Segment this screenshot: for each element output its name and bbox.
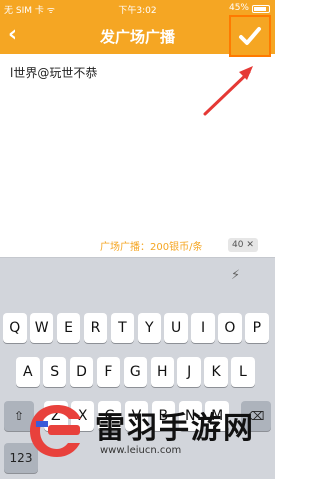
key-t[interactable]: T: [110, 313, 135, 343]
checkmark-icon: [229, 15, 271, 57]
key-a[interactable]: A: [16, 357, 40, 387]
close-icon[interactable]: ✕: [246, 240, 254, 250]
key-r[interactable]: R: [83, 313, 108, 343]
key-q[interactable]: Q: [3, 313, 27, 343]
magic-wand-icon[interactable]: ⚡: [231, 268, 240, 283]
key-f[interactable]: F: [96, 357, 121, 387]
char-count-badge: 40 ✕: [228, 238, 258, 252]
key-u[interactable]: U: [164, 313, 188, 343]
key-j[interactable]: J: [177, 357, 201, 387]
key-o[interactable]: O: [218, 313, 242, 343]
battery-icon: [252, 5, 270, 13]
post-text-input[interactable]: l世界@玩世不恭: [10, 64, 97, 81]
annotation-arrow: [203, 66, 253, 116]
key-k[interactable]: K: [204, 357, 228, 387]
key-p[interactable]: P: [245, 313, 269, 343]
key-h[interactable]: H: [150, 357, 174, 387]
key-e[interactable]: E: [56, 313, 81, 343]
broadcast-cost-label: 广场广播：200银币/条: [100, 242, 203, 253]
battery-percent: 45%: [228, 3, 249, 13]
confirm-button[interactable]: [229, 15, 271, 57]
watermark: 雷羽手游网 www.leiucn.com: [0, 395, 275, 479]
watermark-url: www.leiucn.com: [100, 445, 182, 456]
char-count: 40: [232, 240, 244, 250]
watermark-title: 雷羽手游网: [95, 411, 255, 446]
key-s[interactable]: S: [42, 357, 67, 387]
key-g[interactable]: G: [123, 357, 148, 387]
key-w[interactable]: W: [29, 313, 54, 343]
key-l[interactable]: L: [231, 357, 255, 387]
key-i[interactable]: I: [191, 313, 215, 343]
key-d[interactable]: D: [69, 357, 94, 387]
brand-logo: [30, 405, 81, 457]
key-y[interactable]: Y: [137, 313, 161, 343]
